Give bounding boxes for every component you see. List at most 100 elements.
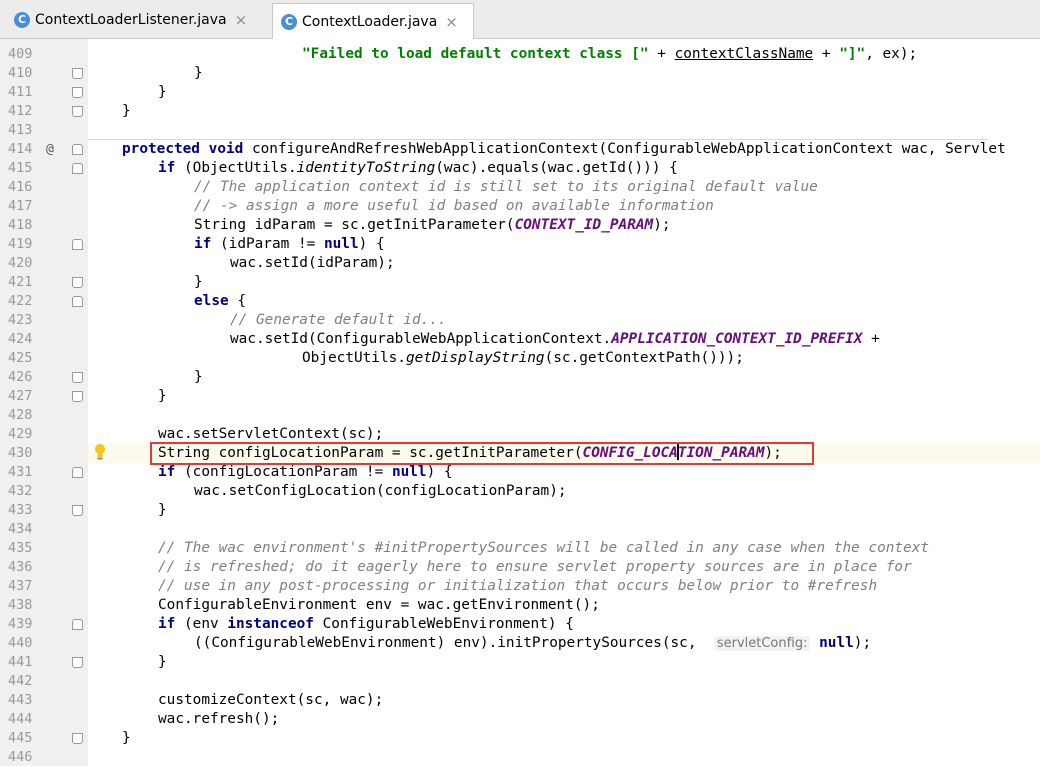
code-text: protected void configureAndRefreshWebApp… [122,141,1006,157]
line-number: 434 [8,521,33,537]
code-text: ObjectUtils.getDisplayString(sc.getConte… [302,350,744,366]
line-number: 412 [8,103,33,119]
fold-marker-icon[interactable] [72,372,83,383]
code-line[interactable]: 438 ConfigurableEnvironment env = wac.get… [0,596,1040,615]
line-number: 439 [8,616,33,632]
code-line[interactable]: 428 [0,406,1040,425]
fold-marker-icon[interactable] [72,657,83,668]
fold-marker-icon[interactable] [72,68,83,79]
line-number: 410 [8,65,33,81]
code-line[interactable]: 443 customizeContext(sc, wac); [0,691,1040,710]
line-number: 437 [8,578,33,594]
code-text: ((ConfigurableWebEnvironment) env).initP… [194,635,872,651]
line-number: 432 [8,483,33,499]
code-line[interactable]: 441} [0,653,1040,672]
code-line[interactable]: 424 wac.setId(ConfigurableWebApplicationC… [0,330,1040,349]
code-line[interactable]: 419 if (idParam != null) { [0,235,1040,254]
code-line[interactable]: 435 // The wac environment's #initPropert… [0,539,1040,558]
code-text: if (env instanceof ConfigurableWebEnviro… [158,616,574,632]
fold-marker-icon[interactable] [72,239,83,250]
line-number: 409 [8,46,33,62]
fold-marker-icon[interactable] [72,505,83,516]
tab-label: ContextLoaderListener.java [35,12,227,28]
line-number: 428 [8,407,33,423]
tab-label: ContextLoader.java [302,13,438,30]
code-line[interactable]: 445} [0,729,1040,748]
line-number: 441 [8,654,33,670]
code-line[interactable]: 437 // use in any post-processing or init… [0,577,1040,596]
line-number: 416 [8,179,33,195]
code-text: else { [194,293,246,309]
code-line[interactable]: 427} [0,387,1040,406]
code-text: } [158,84,167,100]
line-number: 423 [8,312,33,328]
code-text: } [122,103,131,119]
override-marker-icon[interactable]: @ [46,140,54,159]
code-text: // -> assign a more useful id based on a… [194,198,714,214]
code-line[interactable]: 434 [0,520,1040,539]
code-text: // Generate default id... [230,312,447,328]
code-line[interactable]: 411} [0,83,1040,102]
code-text: wac.setId(idParam); [230,255,395,271]
code-line[interactable]: 433} [0,501,1040,520]
lightbulb-icon[interactable] [94,443,106,461]
code-text: customizeContext(sc, wac); [158,692,384,708]
code-line[interactable]: 416 // The application context id is stil… [0,178,1040,197]
code-line[interactable]: 440 ((ConfigurableWebEnvironment) env).in… [0,634,1040,653]
code-line[interactable]: 431 if (configLocationParam != null) { [0,463,1040,482]
code-line[interactable]: 439 if (env instanceof ConfigurableWebEnv… [0,615,1040,634]
code-line[interactable]: 422 else { [0,292,1040,311]
close-icon[interactable]: × [445,13,458,31]
fold-marker-icon[interactable] [72,87,83,98]
code-line[interactable]: 432 wac.setConfigLocation(configLocationP… [0,482,1040,501]
code-line[interactable]: 425 ObjectUtils.getDisplayString(sc.getCo… [0,349,1040,368]
fold-marker-icon[interactable] [72,391,83,402]
close-icon[interactable]: × [235,11,248,29]
code-text: // The wac environment's #initPropertySo… [158,540,930,556]
line-number: 438 [8,597,33,613]
line-number: 422 [8,293,33,309]
java-class-icon: C [14,12,30,28]
fold-marker-icon[interactable] [72,144,83,155]
code-line[interactable]: 446 [0,748,1040,767]
fold-marker-icon[interactable] [72,163,83,174]
line-number: 415 [8,160,33,176]
code-line[interactable]: 418 String idParam = sc.getInitParameter(… [0,216,1040,235]
code-text: if (configLocationParam != null) { [158,464,453,480]
code-line[interactable]: 412} [0,102,1040,121]
code-line[interactable]: 421} [0,273,1040,292]
line-number: 433 [8,502,33,518]
line-number: 429 [8,426,33,442]
fold-marker-icon[interactable] [72,467,83,478]
code-text: String idParam = sc.getInitParameter(CON… [194,217,671,233]
fold-marker-icon[interactable] [72,619,83,630]
line-number: 419 [8,236,33,252]
code-line[interactable]: 442 [0,672,1040,691]
code-line[interactable]: 415 if (ObjectUtils.identityToString(wac)… [0,159,1040,178]
code-line[interactable]: 444 wac.refresh(); [0,710,1040,729]
code-line[interactable]: 414 @ protected void configureAndRefreshWe… [0,140,1040,159]
code-line[interactable]: 420 wac.setId(idParam); [0,254,1040,273]
line-number: 426 [8,369,33,385]
line-number: 442 [8,673,33,689]
fold-marker-icon[interactable] [72,296,83,307]
line-number: 427 [8,388,33,404]
fold-marker-icon[interactable] [72,106,83,117]
tab-contextloaderlistener[interactable]: C ContextLoaderListener.java × [6,3,268,37]
code-line[interactable]: 436 // is refreshed; do it eagerly here t… [0,558,1040,577]
line-number: 418 [8,217,33,233]
code-line[interactable]: 417 // -> assign a more useful id based o… [0,197,1040,216]
line-number: 413 [8,122,33,138]
line-number: 425 [8,350,33,366]
code-line[interactable]: 410} [0,64,1040,83]
fold-marker-icon[interactable] [72,277,83,288]
code-line[interactable]: 423 // Generate default id... [0,311,1040,330]
tab-contextloader[interactable]: C ContextLoader.java × [272,3,474,39]
code-line[interactable]: 409 "Failed to load default context class… [0,45,1040,64]
line-number: 446 [8,749,33,765]
line-number: 424 [8,331,33,347]
line-number: 421 [8,274,33,290]
fold-marker-icon[interactable] [72,733,83,744]
code-line[interactable]: 413 [0,121,1040,140]
code-line[interactable]: 426} [0,368,1040,387]
